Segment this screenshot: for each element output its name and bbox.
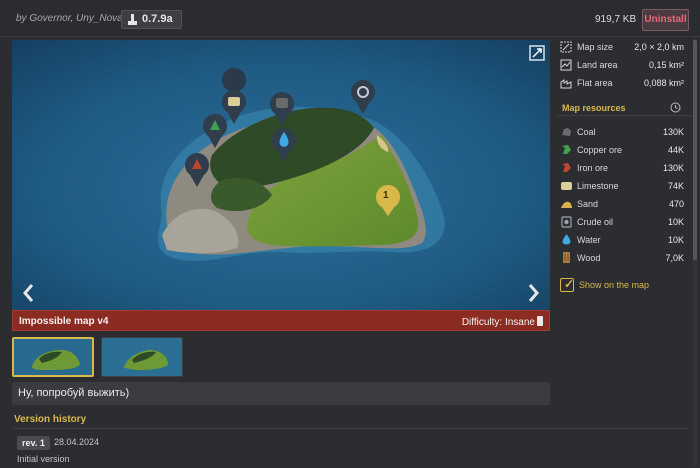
land-area-value: 0,15 km² [648,60,684,70]
scrollbar-thumb[interactable] [693,40,697,260]
land-area-row: Land area 0,15 km² [556,58,688,74]
resource-row-crude-oil: Crude oil 10K [556,214,688,230]
marker-number: 1 [383,190,389,201]
map-description: Ну, попробуй выжить) [12,382,550,405]
resource-row-iron-ore: Iron ore 130K [556,160,688,176]
wood-icon [563,252,570,263]
water-icon [562,234,571,245]
resource-label: Wood [577,253,601,263]
map-size-row: Map size 2,0 × 2,0 km [556,40,688,56]
map-size-label: Map size [577,42,614,52]
coal-icon [562,128,571,136]
resource-value: 10K [667,235,684,245]
top-bar: by Governor, Uny_Novator 0.7.9a 919,7 KB… [0,0,700,37]
resource-label: Copper ore [577,145,623,155]
resource-row-limestone: Limestone 74K [556,178,688,194]
flat-area-label: Flat area [577,78,613,88]
resource-row-copper-ore: Copper ore 44K [556,142,688,158]
crude-oil-icon [561,216,572,228]
resource-label: Limestone [577,181,619,191]
revision-badge: rev. 1 [17,436,50,450]
version-badge: 0.7.9a [121,10,182,29]
resource-label: Sand [577,199,599,209]
thumbnail-2[interactable] [101,337,183,377]
game-version-icon [128,14,137,25]
sand-icon [561,201,572,208]
resource-row-water: Water 10K [556,232,688,248]
map-resources-title: Map resources [562,103,626,113]
resource-label: Iron ore [577,163,609,173]
resource-row-wood: Wood 7,0K [556,250,688,266]
flat-area-icon [560,79,572,89]
show-on-map-toggle[interactable]: ✓ Show on the map [560,277,690,294]
flat-area-row: Flat area 0,088 km² [556,76,688,92]
resource-row-sand: Sand 470 [556,196,688,212]
resource-value: 10K [667,217,684,227]
difficulty-text: Difficulty: Insane [461,317,535,328]
limestone-icon [561,182,572,190]
map-size-value: 2,0 × 2,0 km [634,42,684,52]
iron-ore-icon [562,163,571,172]
show-on-map-label: Show on the map [579,280,650,290]
resource-value: 74K [667,181,684,191]
resource-row-coal: Coal 130K [556,124,688,140]
divider [12,428,688,429]
map-title-strip: Impossible map v4 Difficulty: Insane [12,310,550,331]
thumbnail-1[interactable] [12,337,94,377]
flat-area-value: 0,088 km² [643,78,684,88]
version-history-title: Version history [14,414,87,425]
resource-value: 130K [662,163,684,173]
difficulty-label: Difficulty: Insane [462,316,543,328]
land-area-icon [560,59,572,71]
revision-date: 28.04.2024 [54,437,100,447]
map-resources-header: Map resources [556,98,692,116]
map-size-icon [560,41,572,53]
file-size: 919,7 KB [595,14,637,25]
copper-ore-icon [562,145,571,154]
resource-value: 130K [662,127,684,137]
show-on-map-checkbox[interactable]: ✓ [560,277,575,292]
version-label: 0.7.9a [142,13,173,25]
resource-value: 7,0K [665,253,684,263]
difficulty-icon [537,316,543,326]
checkmark-icon: ✓ [564,277,575,291]
resource-label: Crude oil [577,217,614,227]
resource-value: 44K [667,145,684,155]
map-title: Impossible map v4 [19,316,109,327]
resource-label: Coal [577,127,596,137]
resource-value: 470 [668,199,684,209]
land-area-label: Land area [577,60,618,70]
revision-note: Initial version [17,454,70,464]
map-preview-image[interactable]: 1 [12,40,550,310]
author-label: by Governor, Uny_Novator [16,13,135,24]
resource-label: Water [577,235,601,245]
uninstall-button[interactable]: Uninstall [642,9,689,31]
history-icon[interactable] [670,102,681,113]
